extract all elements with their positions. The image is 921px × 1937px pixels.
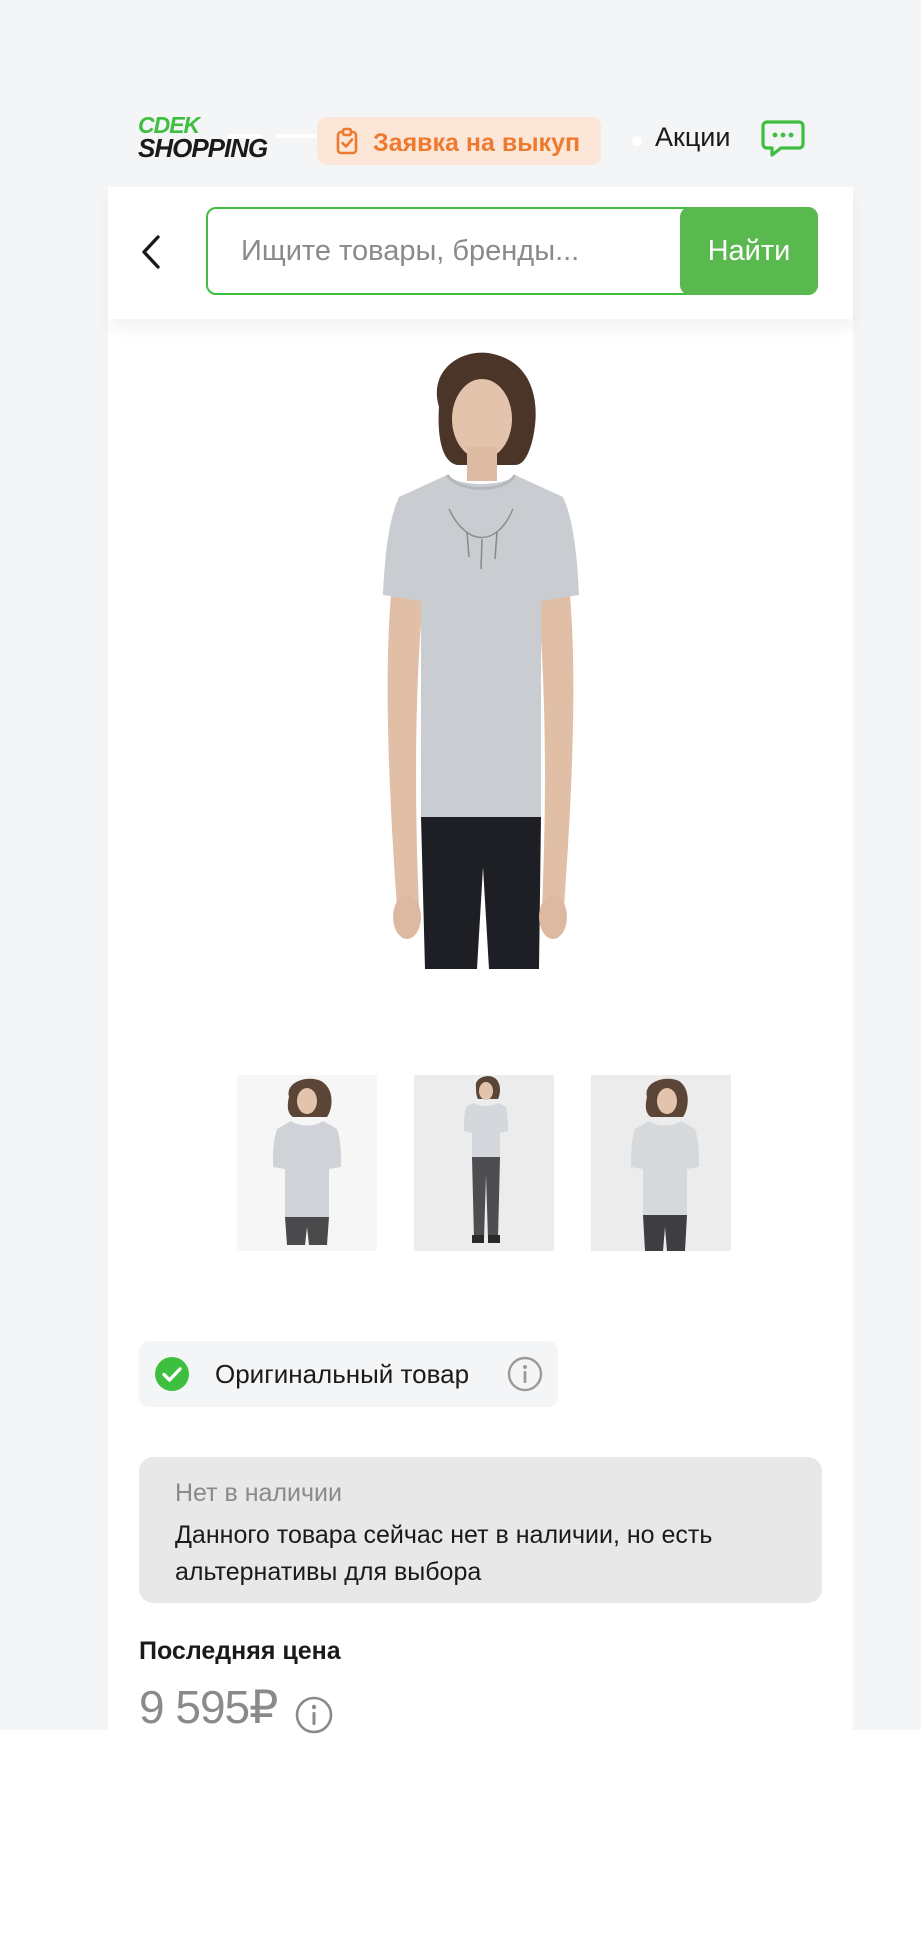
search-bar: Найти [108,187,853,319]
original-product-label: Оригинальный товар [215,1359,470,1389]
thumbnail-strip [108,1075,853,1251]
original-product-badge[interactable]: Оригинальный товар [139,1341,558,1407]
logo-decoration [228,134,262,138]
chevron-left-icon[interactable] [128,227,178,277]
logo-line-2: SHOPPING [138,133,268,163]
buyout-label: Заявка на выкуп [373,129,581,157]
search-button[interactable]: Найти [680,207,818,295]
thumbnail-2[interactable] [414,1075,554,1251]
price-value: 9 595₽ [139,1681,278,1733]
product-card: Найти [108,187,853,1734]
thumbnail-3[interactable] [591,1075,731,1251]
product-main-image[interactable] [327,347,634,969]
check-circle-icon [155,1357,189,1391]
buyout-request-button[interactable]: Заявка на выкуп [317,117,601,165]
chat-bubble-icon[interactable] [761,119,805,159]
last-price-label: Последняя цена [139,1637,341,1665]
price-info-icon[interactable] [294,1695,334,1735]
availability-notice: Нет в наличии Данного товара сейчас нет … [139,1457,822,1603]
cdek-shopping-logo[interactable]: CDEK SHOPPING [138,114,332,166]
availability-text: Данного товара сейчас нет в наличии, но … [175,1521,713,1586]
thumbnail-1[interactable] [237,1075,377,1251]
info-icon[interactable] [507,1356,543,1392]
clipboard-check-icon [336,127,358,155]
search-input[interactable] [208,209,678,293]
availability-title: Нет в наличии [175,1479,342,1507]
promo-dot [632,136,642,146]
promo-link[interactable]: Акции [655,122,730,153]
top-header: CDEK SHOPPING Заявка на выкуп Акции [108,100,824,180]
search-box: Найти [206,207,818,295]
bottom-area [0,1730,921,1937]
